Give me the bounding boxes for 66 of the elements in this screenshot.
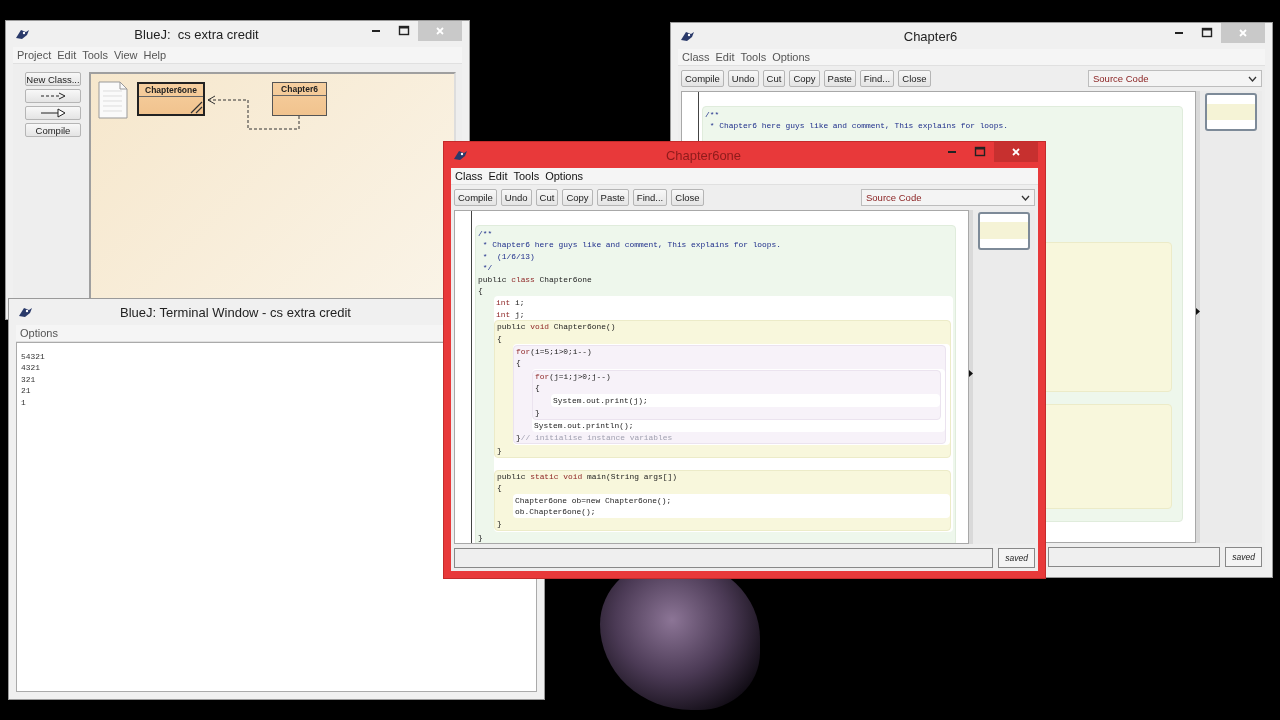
bird-icon	[451, 148, 469, 162]
document-icon	[98, 81, 128, 119]
bird-icon	[678, 29, 696, 43]
view-select[interactable]: Source Code	[1088, 70, 1262, 87]
menu-item[interactable]: View	[113, 49, 138, 61]
toolbar-button[interactable]: Find...	[632, 189, 668, 206]
menu-item[interactable]: Help	[143, 49, 167, 61]
menu-item[interactable]: Tools	[740, 51, 767, 63]
menu-item[interactable]: Edit	[715, 51, 735, 63]
code-overview-drawing	[1205, 93, 1257, 131]
menu-item[interactable]: Edit	[488, 170, 508, 182]
tool-button[interactable]: New Class...	[25, 72, 81, 86]
toolbar-button[interactable]: Close	[898, 70, 931, 87]
window-title: Chapter6one	[664, 147, 743, 163]
maximize-icon	[1201, 27, 1213, 39]
close-button[interactable]	[994, 142, 1038, 162]
menu-item[interactable]: Tools	[513, 170, 540, 182]
menu-item[interactable]: Tools	[82, 49, 108, 61]
toolbar-button[interactable]: Undo	[500, 189, 532, 206]
minimize-icon	[1175, 32, 1183, 34]
caret-icon	[1248, 75, 1257, 82]
close-icon	[1010, 146, 1022, 158]
toolbar-button[interactable]: Compile	[681, 70, 724, 87]
class-node[interactable]: Chapter6	[272, 82, 327, 116]
toolbar-button[interactable]: Paste	[596, 189, 629, 206]
menu-item[interactable]: Options	[545, 170, 584, 182]
solid-arrow-icon	[40, 108, 66, 118]
inheritance-arrow-button[interactable]	[25, 106, 81, 120]
menu-item[interactable]: Class	[682, 51, 710, 63]
toolbar-button[interactable]: Close	[671, 189, 704, 206]
minimize-icon	[372, 30, 380, 32]
window-title: BlueJ: Terminal Window - cs extra credit	[119, 304, 352, 320]
view-select[interactable]: Source Code	[861, 189, 1035, 206]
toolbar-button[interactable]: Copy	[562, 189, 593, 206]
tool-button[interactable]: Compile	[25, 123, 81, 137]
menu-item[interactable]: Options	[772, 51, 811, 63]
class-name: Chapter6	[273, 83, 326, 96]
dashed-arrow-icon	[40, 92, 66, 100]
menu-item[interactable]: Class	[455, 170, 483, 182]
toolbar-button[interactable]: Cut	[535, 189, 559, 206]
toolbar-button[interactable]: Paste	[823, 70, 856, 87]
caret-icon	[1021, 194, 1030, 201]
menu-item[interactable]: Edit	[57, 49, 77, 61]
toolbar-button[interactable]: Undo	[727, 70, 759, 87]
bird-icon	[13, 27, 31, 41]
close-icon	[434, 25, 446, 37]
window-title: BlueJ: cs extra credit	[133, 26, 260, 42]
window-title: Chapter6	[902, 28, 959, 44]
hatch-icon	[189, 100, 203, 114]
status-label: saved	[998, 548, 1035, 568]
dependency-arrow-button[interactable]	[25, 89, 81, 103]
toolbar-button[interactable]: Find...	[859, 70, 895, 87]
toolbar-button[interactable]: Cut	[762, 70, 786, 87]
class-node[interactable]: Chapter6one	[137, 82, 205, 116]
minimize-icon	[948, 151, 956, 153]
status-label: saved	[1225, 547, 1262, 567]
menu-item[interactable]: Project	[17, 49, 52, 61]
maximize-icon	[398, 25, 410, 37]
code-overview-drawing	[978, 212, 1030, 250]
menu-item[interactable]: Options	[20, 327, 58, 339]
close-icon	[1237, 27, 1249, 39]
maximize-icon	[974, 146, 986, 158]
class-name: Chapter6one	[139, 84, 203, 97]
toolbar-button[interactable]: Copy	[789, 70, 820, 87]
toolbar-button[interactable]: Compile	[454, 189, 497, 206]
bird-icon	[16, 305, 34, 319]
